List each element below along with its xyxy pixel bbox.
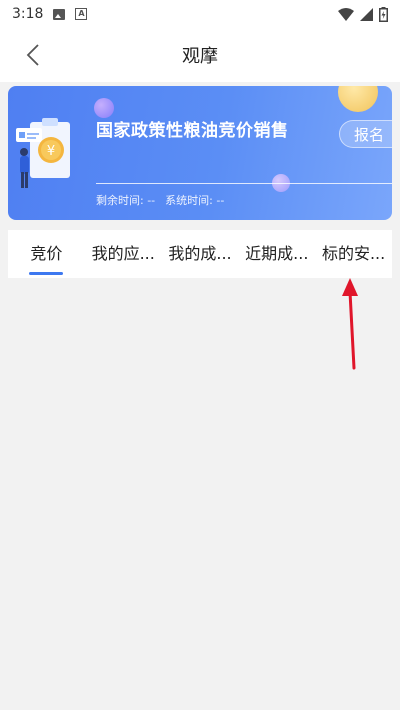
decorative-purple-orb — [94, 98, 114, 118]
banner-progress-line — [96, 183, 392, 184]
banner-times: 剩余时间: -- 系统时间: -- — [96, 192, 224, 208]
page-title: 观摩 — [182, 46, 218, 67]
tab-recent-deals[interactable]: 近期成... — [238, 230, 315, 278]
app-header: 观摩 — [0, 28, 400, 82]
tab-lot-arrangement[interactable]: 标的安... — [315, 230, 392, 278]
tab-my-applications[interactable]: 我的应... — [85, 230, 162, 278]
signal-icon — [360, 7, 373, 21]
tab-bidding[interactable]: 竞价 — [8, 230, 85, 278]
svg-text:¥: ¥ — [47, 144, 55, 159]
wifi-icon — [338, 7, 354, 21]
status-bar: 3:18 A — [0, 0, 400, 28]
content-area — [8, 278, 392, 710]
banner-title: 国家政策性粮油竞价销售 — [96, 121, 289, 141]
yuan-coin-clipboard-illustration: ¥ — [16, 118, 70, 188]
decorative-gold-orb — [338, 86, 378, 112]
status-time: 3:18 — [12, 6, 44, 22]
remaining-time-label: 剩余时间: -- — [96, 194, 156, 207]
tab-bar: 竞价 我的应... 我的成... 近期成... 标的安... — [8, 230, 392, 278]
auction-banner[interactable]: ¥ 国家政策性粮油竞价销售 报名 剩余时间: -- 系统时间: -- — [8, 86, 392, 220]
battery-icon — [379, 6, 388, 22]
tab-my-deals[interactable]: 我的成... — [162, 230, 239, 278]
image-notification-icon — [53, 8, 66, 20]
chevron-left-icon — [26, 44, 39, 66]
status-left: 3:18 A — [12, 6, 88, 22]
system-time-label: 系统时间: -- — [165, 194, 225, 207]
status-right — [338, 6, 388, 22]
signup-button[interactable]: 报名 — [339, 120, 392, 148]
red-arrow-annotation — [342, 278, 358, 370]
back-button[interactable] — [18, 40, 48, 70]
a-notification-icon: A — [75, 8, 88, 20]
